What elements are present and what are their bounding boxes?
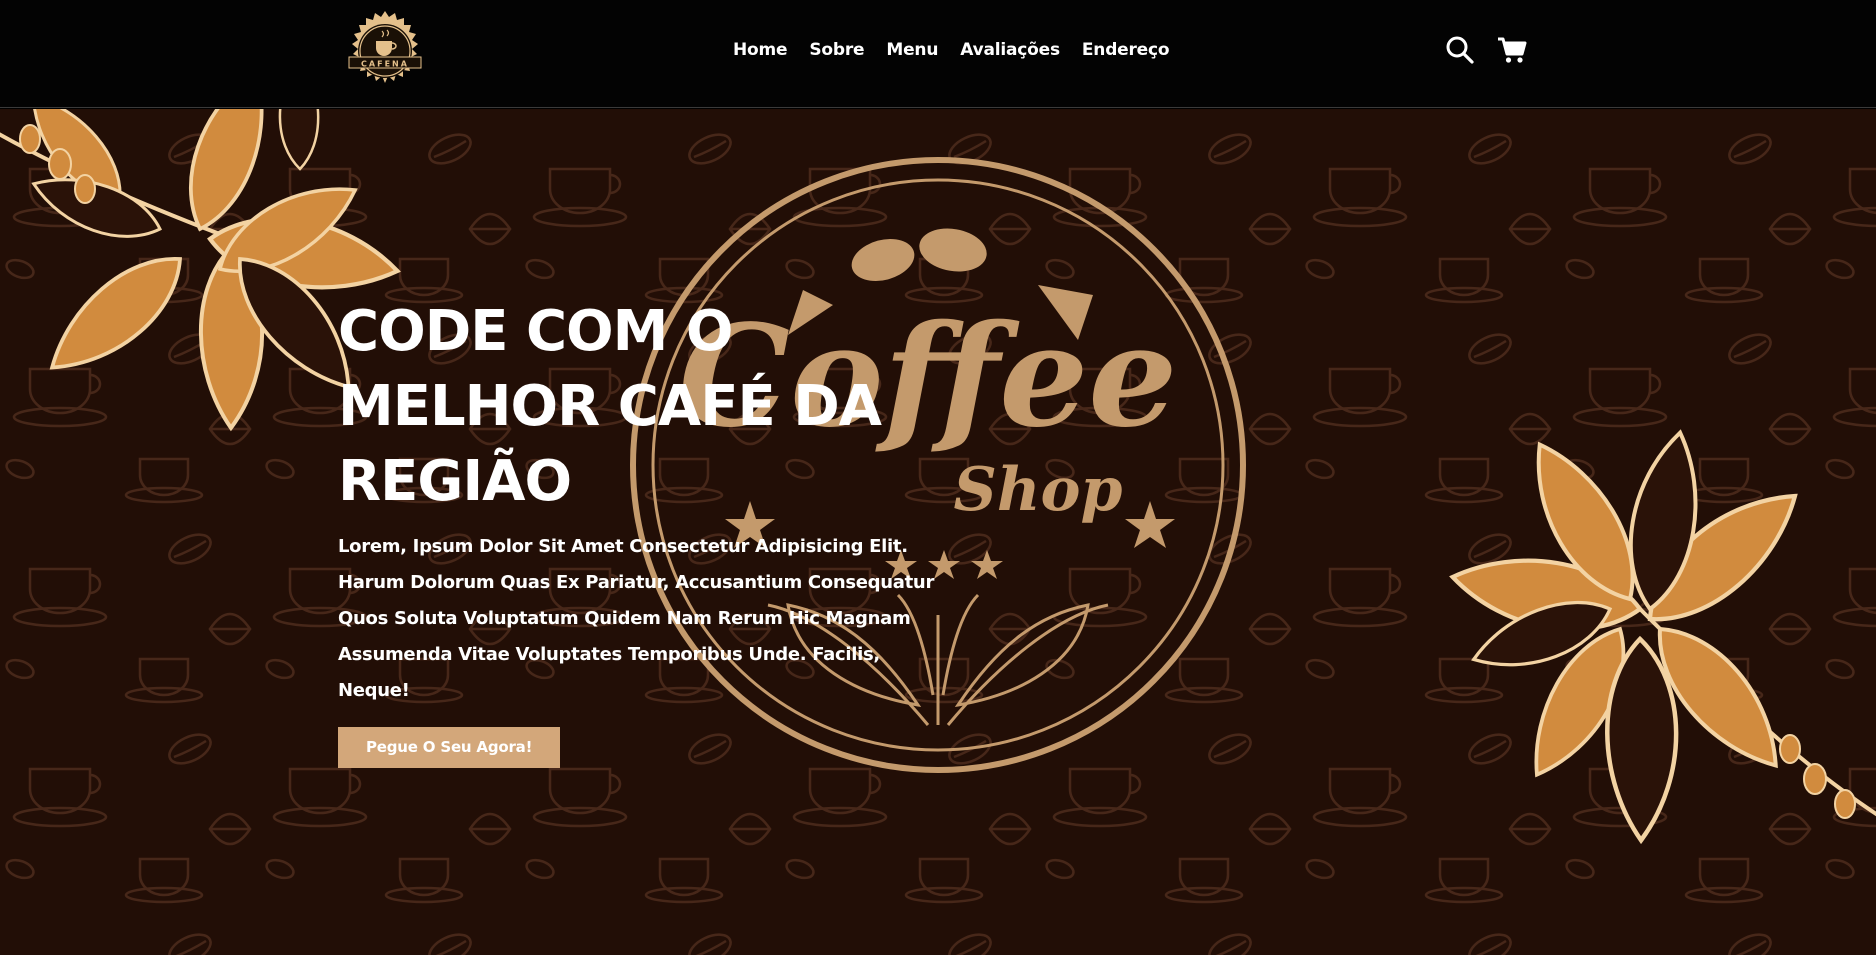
search-icon[interactable]: [1444, 34, 1476, 66]
nav-sobre[interactable]: Sobre: [798, 40, 875, 60]
hero-text: Lorem, Ipsum Dolor Sit Amet Consectetur …: [338, 536, 935, 701]
cafena-logo[interactable]: CAFENA: [336, 10, 434, 92]
emblem-sub: Shop: [954, 455, 1123, 525]
navbar: CAFENA Home Sobre Menu Avaliações Endere…: [0, 0, 1876, 108]
cart-icon[interactable]: [1496, 34, 1528, 66]
main-nav: Home Sobre Menu Avaliações Endereço: [722, 40, 1180, 60]
hero-content: CODE COM O MELHOR CAFÉ DA REGIÃO Lorem, …: [338, 294, 958, 768]
nav-home[interactable]: Home: [722, 40, 798, 60]
hero-title: CODE COM O MELHOR CAFÉ DA REGIÃO: [338, 299, 882, 514]
nav-endereco[interactable]: Endereço: [1071, 40, 1180, 60]
nav-avaliacoes[interactable]: Avaliações: [949, 40, 1071, 60]
cta-button[interactable]: Pegue O Seu Agora!: [338, 727, 561, 768]
nav-menu[interactable]: Menu: [875, 40, 949, 60]
hero-section: Coffee Shop CODE COM O MELHOR CAFÉ DA RE…: [0, 109, 1876, 955]
nav-icons: [1444, 34, 1528, 66]
logo-text: CAFENA: [361, 60, 409, 69]
